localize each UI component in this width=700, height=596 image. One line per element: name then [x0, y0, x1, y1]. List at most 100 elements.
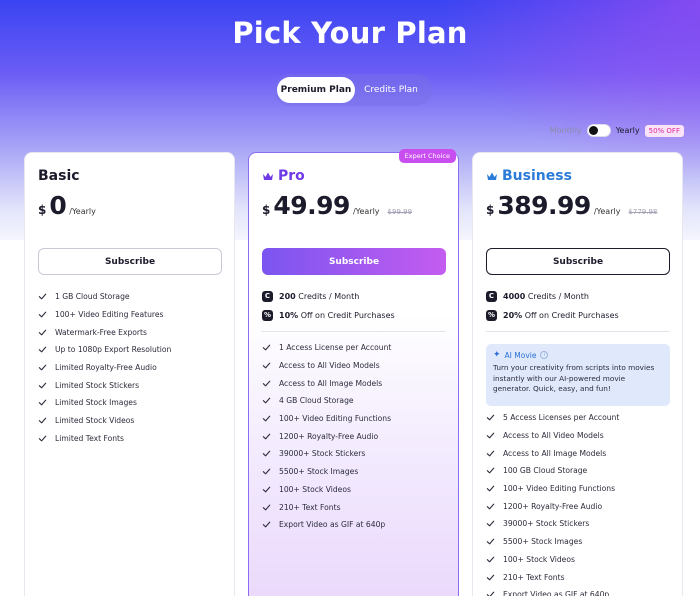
feature-item: Up to 1080p Export Resolution [38, 341, 228, 359]
credits-amount: 4000 [503, 291, 526, 301]
billing-period-toggle-group: Monthly Yearly 50% OFF [550, 124, 684, 137]
feature-item: 5 Access Licenses per Account [486, 409, 676, 427]
plan-type-switch: Premium Plan Credits Plan [274, 74, 432, 106]
feature-item: 1 GB Cloud Storage [38, 288, 228, 306]
billing-toggle[interactable] [586, 124, 611, 137]
check-icon [486, 413, 495, 422]
feature-text: 210+ Text Fonts [503, 572, 565, 582]
feature-text: Limited Stock Stickers [55, 380, 140, 390]
feature-item: Limited Text Fonts [38, 430, 228, 448]
price-row: $ 49.99 /Yearly $99.99 [262, 191, 412, 220]
info-icon[interactable]: i [540, 351, 549, 359]
feature-item: Access to All Image Models [262, 374, 452, 392]
price-amount: 389.99 [497, 191, 591, 220]
feature-text: 100+ Video Editing Features [55, 310, 164, 320]
feature-text: Limited Royalty-Free Audio [55, 363, 157, 373]
feature-text: Access to All Image Models [503, 448, 607, 458]
subscribe-button[interactable]: Subscribe [38, 248, 222, 275]
plan-name: Basic [38, 168, 80, 184]
divider [486, 331, 670, 332]
subscribe-button[interactable]: Subscribe [486, 248, 670, 275]
percent-icon: % [262, 309, 273, 321]
discount-amount: 20% [503, 310, 523, 320]
feature-item: 100 GB Cloud Storage [486, 462, 676, 480]
feature-item: 100+ Stock Videos [262, 481, 452, 499]
plan-name-label: Basic [38, 168, 80, 184]
sparkle-icon: ✦ [493, 350, 501, 360]
check-icon [486, 484, 495, 493]
feature-text: 1 Access License per Account [279, 343, 392, 353]
tab-premium-plan[interactable]: Premium Plan [277, 77, 355, 103]
plan-card-pro: Expert Choice Pro $ 49.99 /Yearly $99.99… [248, 149, 459, 596]
feature-item: Watermark-Free Exports [38, 323, 228, 341]
yearly-label[interactable]: Yearly [616, 126, 640, 135]
ai-movie-title: AI Movie [504, 350, 537, 360]
feature-item: 210+ Text Fonts [486, 568, 676, 586]
feature-text: Export Video as GIF at 640p [503, 590, 610, 596]
check-icon [262, 361, 271, 370]
check-icon [262, 432, 271, 441]
plan-name: Business [486, 168, 572, 184]
feature-list: 1 GB Cloud Storage 100+ Video Editing Fea… [38, 288, 228, 447]
check-icon [262, 343, 271, 352]
check-icon [486, 449, 495, 458]
monthly-credits: C 4000 Credits / Month [486, 287, 670, 305]
credit-discount: % 20% Off on Credit Purchases [486, 306, 670, 324]
currency-symbol: $ [486, 203, 495, 217]
credits-text: Credits / Month [527, 291, 589, 301]
price-amount: 0 [49, 191, 67, 220]
feature-text: Limited Stock Videos [55, 416, 135, 426]
feature-text: 1200+ Royalty-Free Audio [279, 431, 379, 441]
tab-credits-plan[interactable]: Credits Plan [355, 77, 427, 103]
monthly-label[interactable]: Monthly [550, 126, 582, 135]
check-icon [262, 503, 271, 512]
feature-item: Limited Stock Videos [38, 412, 228, 430]
feature-text: 210+ Text Fonts [279, 502, 341, 512]
check-icon [38, 381, 47, 390]
feature-text: 1200+ Royalty-Free Audio [503, 501, 603, 511]
currency-symbol: $ [262, 203, 271, 217]
currency-symbol: $ [38, 203, 47, 217]
subscribe-button[interactable]: Subscribe [262, 248, 446, 275]
feature-item: 5500+ Stock Images [486, 533, 676, 551]
feature-text: 100+ Stock Videos [503, 554, 575, 564]
feature-item: 100+ Video Editing Functions [262, 410, 452, 428]
feature-item: Limited Stock Images [38, 394, 228, 412]
plan-name-label: Business [502, 168, 572, 184]
percent-icon: % [486, 309, 497, 321]
feature-text: Limited Text Fonts [55, 433, 124, 443]
feature-text: Limited Stock Images [55, 398, 137, 408]
check-icon [38, 434, 47, 443]
check-icon [262, 449, 271, 458]
feature-item: 1 Access License per Account [262, 339, 452, 357]
check-icon [38, 363, 47, 372]
plan-name: Pro [262, 168, 305, 184]
ai-movie-card: ✦ AI Movie i Turn your creativity from s… [486, 344, 670, 406]
feature-text: Watermark-Free Exports [55, 327, 147, 337]
ai-movie-header: ✦ AI Movie i [493, 350, 663, 360]
feature-item: Limited Stock Stickers [38, 376, 228, 394]
check-icon [262, 379, 271, 388]
original-price: $99.99 [387, 208, 413, 216]
toggle-knob [588, 126, 598, 135]
check-icon [262, 414, 271, 423]
feature-text: 39000+ Stock Stickers [279, 449, 366, 459]
feature-list: 5 Access Licenses per Account Access to A… [486, 409, 676, 596]
price-period: /Yearly [352, 207, 380, 216]
crown-icon [263, 172, 273, 180]
feature-text: 100+ Video Editing Functions [279, 414, 392, 424]
feature-list: 1 Access License per Account Access to Al… [262, 339, 452, 534]
expert-choice-badge: Expert Choice [398, 149, 456, 163]
check-icon [38, 292, 47, 301]
feature-item: 100+ Video Editing Features [38, 306, 228, 324]
feature-item: 39000+ Stock Stickers [486, 515, 676, 533]
feature-text: 5500+ Stock Images [503, 537, 583, 547]
check-icon [486, 502, 495, 511]
feature-text: 100 GB Cloud Storage [503, 466, 588, 476]
original-price: $779.98 [628, 208, 658, 216]
feature-item: Access to All Image Models [486, 444, 676, 462]
check-icon [486, 573, 495, 582]
feature-item: 210+ Text Fonts [262, 498, 452, 516]
price-amount: 49.99 [273, 191, 350, 220]
feature-item: Export Video as GIF at 640p [486, 586, 676, 596]
